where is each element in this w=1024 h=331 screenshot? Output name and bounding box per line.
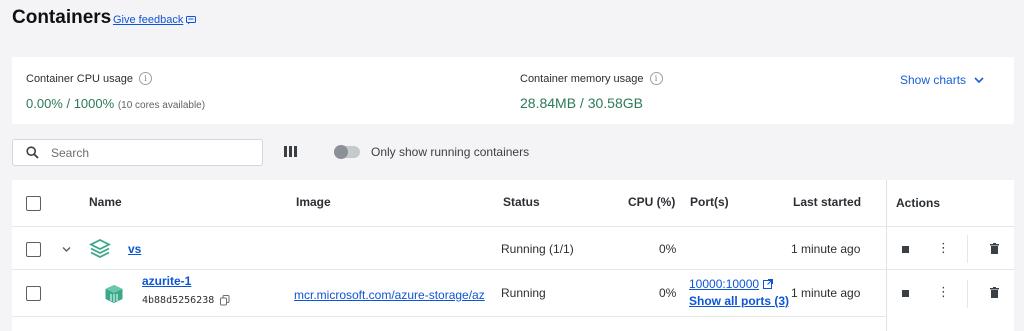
columns-icon[interactable] <box>284 146 297 157</box>
stop-icon[interactable] <box>902 290 909 297</box>
toggle-knob <box>334 145 348 159</box>
divider <box>967 280 968 308</box>
divider <box>887 269 1015 270</box>
container-id: 4b88d5256238 <box>142 295 215 306</box>
cpu-usage-label: Container CPU usage <box>26 72 134 85</box>
cpu-cell: 0% <box>659 286 677 300</box>
last-started-cell: 1 minute ago <box>791 286 861 300</box>
port-link[interactable]: 10000:10000 <box>689 277 759 291</box>
container-id-row: 4b88d5256238 <box>142 295 230 306</box>
column-header-actions: Actions <box>896 196 941 210</box>
column-header-status[interactable]: Status <box>503 195 540 209</box>
show-charts-button[interactable]: Show charts <box>900 73 984 87</box>
divider <box>12 226 886 227</box>
column-header-ports[interactable]: Port(s) <box>690 195 729 209</box>
more-options-icon[interactable]: ⋮ <box>937 241 950 254</box>
search-input[interactable] <box>51 145 241 160</box>
feedback-icon <box>186 15 197 24</box>
chevron-down-icon[interactable] <box>62 246 71 253</box>
actions-column: Actions ⋮ ⋮ <box>886 180 1015 331</box>
compose-stack-icon <box>89 239 111 259</box>
status-cell: Running (1/1) <box>501 242 574 256</box>
image-link[interactable]: mcr.microsoft.com/azure-storage/az <box>294 288 485 302</box>
select-all-checkbox[interactable] <box>26 196 41 211</box>
usage-stats-panel: Container CPU usage i 0.00% / 1000% (10 … <box>12 57 1014 124</box>
give-feedback-link[interactable]: Give feedback <box>113 14 197 26</box>
external-link-icon[interactable] <box>763 279 774 289</box>
chevron-down-icon <box>974 76 984 83</box>
container-name-link[interactable]: azurite-1 <box>142 274 191 288</box>
last-started-cell: 1 minute ago <box>791 242 861 256</box>
divider <box>967 235 968 263</box>
show-charts-label: Show charts <box>900 73 967 87</box>
give-feedback-label: Give feedback <box>113 14 184 26</box>
memory-usage-label-row: Container memory usage i <box>520 72 663 85</box>
trash-icon[interactable] <box>990 243 999 254</box>
divider <box>12 269 886 270</box>
search-box[interactable] <box>12 139 263 166</box>
column-header-image[interactable]: Image <box>296 195 331 209</box>
more-options-icon[interactable]: ⋮ <box>937 285 950 298</box>
cpu-usage-value: 0.00% / 1000% <box>26 96 115 111</box>
trash-icon[interactable] <box>990 287 999 298</box>
running-only-toggle[interactable] <box>334 145 360 159</box>
running-only-label: Only show running containers <box>371 145 530 159</box>
memory-usage-value: 28.84MB / 30.58GB <box>520 95 643 111</box>
memory-usage-label: Container memory usage <box>520 72 644 85</box>
column-header-last-started[interactable]: Last started <box>793 195 861 209</box>
port-row: 10000:10000 <box>689 277 774 291</box>
column-header-cpu[interactable]: CPU (%) <box>628 195 675 209</box>
column-header-name[interactable]: Name <box>89 195 122 209</box>
page-title: Containers <box>12 7 112 28</box>
info-icon[interactable]: i <box>649 72 663 85</box>
search-icon <box>26 146 39 159</box>
cpu-cell: 0% <box>659 242 677 256</box>
status-cell: Running <box>501 286 546 300</box>
image-cell: mcr.microsoft.com/azure-storage/az <box>294 286 495 304</box>
copy-icon[interactable] <box>220 295 230 306</box>
cpu-cores-note: (10 cores available) <box>117 100 206 111</box>
row-checkbox[interactable] <box>26 286 41 301</box>
container-icon <box>105 285 123 303</box>
divider <box>12 316 886 317</box>
info-icon[interactable]: i <box>139 72 153 85</box>
stop-icon[interactable] <box>902 246 909 253</box>
show-all-ports-link[interactable]: Show all ports (3) <box>689 294 789 308</box>
divider <box>887 226 1015 227</box>
group-name-link[interactable]: vs <box>128 242 141 256</box>
row-checkbox[interactable] <box>26 242 41 257</box>
cpu-usage-value-row: 0.00% / 1000% (10 cores available) <box>26 96 205 111</box>
cpu-usage-label-row: Container CPU usage i <box>26 72 153 85</box>
containers-table: Name Image Status CPU (%) Port(s) Last s… <box>12 180 1014 331</box>
